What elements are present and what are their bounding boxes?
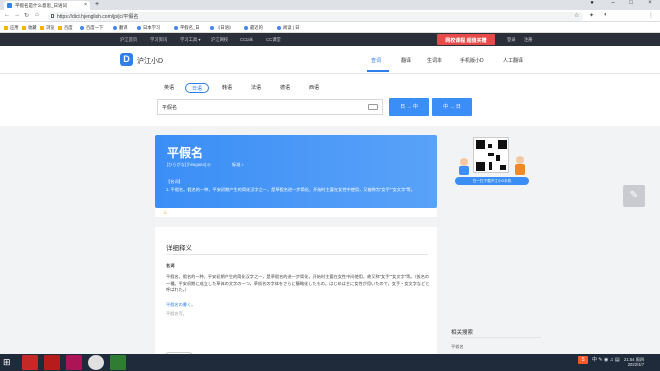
bookmark-item[interactable]: 《日语》 [210,25,233,31]
home-icon[interactable]: ⌂ [35,12,39,18]
account-icon[interactable]: ◐ [604,12,608,18]
example-translation: 平假名写。 [166,311,187,316]
active-tab-underline [367,70,389,72]
promo-banner[interactable]: 网校课程 超值买赠 [437,34,495,45]
related-title: 相关搜索 [451,330,474,336]
mascot-illustration [456,157,472,175]
extensions-icon[interactable]: ✦ [589,12,594,19]
logo[interactable]: D [120,53,133,66]
site-nav-item[interactable]: 学习工具 ▾ [180,37,201,43]
menu-icon[interactable]: ⋮ [648,12,654,19]
site-favicon-icon [7,3,12,8]
site-nav-item[interactable]: 沪江首页 [120,37,137,43]
download-app-button[interactable]: 扫一扫下载沪江小D手机 [455,177,529,185]
url-input[interactable]: https://dict.hjenglish.com/jp/jc/平假名 [48,11,583,21]
header-nav-translate[interactable]: 翻译 [401,57,411,64]
bookmark-item[interactable]: 最近的 [244,25,263,31]
bookmark-item[interactable]: 百度 [58,25,73,31]
bookmark-item[interactable]: 收藏 [22,25,37,31]
bookmark-item[interactable]: 平假名_日 [174,25,200,31]
divider [451,337,541,338]
mascot-illustration [512,155,528,175]
detail-text: 平假名。假名的一种，平安初期产生的简化汉字之一，是草假名的进一步简化，开始时主要… [166,274,430,292]
taskbar-clock[interactable]: 21:54 周四 2022/4/7 [624,357,644,367]
lang-tab-german[interactable]: 德语 [273,83,297,93]
bookmark-item[interactable]: 翻译 [113,25,128,31]
bookmark-item[interactable]: 日本学习 [137,25,160,31]
star-icon[interactable]: ☆ [574,12,579,19]
divider [166,254,428,255]
lock-icon [51,14,54,18]
site-nav-item[interactable]: CC课堂 [266,37,281,43]
lang-tab-korean[interactable]: 韩语 [215,83,239,93]
search-cj-button[interactable]: 中 → 日 [432,98,472,116]
new-tab-button[interactable]: + [95,1,99,8]
forward-icon[interactable]: → [14,12,20,18]
search-input[interactable]: 平假名 [157,99,383,115]
browser-tab[interactable]: 平假名是什么意思_日语词 × [4,1,90,10]
minimize-button[interactable]: – [606,0,620,6]
header-nav-mobile[interactable]: 手机版小D [460,57,484,64]
app-qr-code [473,137,509,173]
pronunciation: [ひらがな] [hiragana] ◎ [167,162,211,167]
example-link[interactable]: 平假名の書く。 [166,302,195,308]
url-text: https://dict.hjenglish.com/jp/jc/平假名 [57,14,139,20]
header-nav-lookup[interactable]: 查词 [371,57,381,64]
login-link[interactable]: 登录 [507,37,516,43]
maximize-button[interactable]: □ [624,0,638,6]
speaker-icon[interactable]: 标准 ♪ [232,162,244,168]
register-link[interactable]: 注册 [524,37,533,43]
lang-tab-spanish[interactable]: 西语 [302,83,326,93]
start-button[interactable]: ⊞ [3,357,11,368]
taskbar-app-icon[interactable] [22,355,38,370]
clock-date: 2022/4/7 [627,362,645,367]
taskbar-app-icon[interactable] [66,355,82,370]
chrome-taskbar-icon[interactable] [88,355,104,370]
keyboard-icon[interactable] [368,104,378,110]
system-tray[interactable]: 中 ✎ ◉ ♫ ▤ [592,356,620,363]
taskbar-app-icon[interactable] [44,355,60,370]
bookmark-item[interactable]: 应用 [4,25,19,31]
bookmark-item[interactable]: 百度一下 [80,25,103,31]
bookmark-item[interactable]: 浏览 [40,25,55,31]
site-nav-item[interactable]: CCtalk [240,37,253,42]
ime-badge-icon[interactable]: S [578,356,588,364]
bookmark-item[interactable]: 阅读 | 日 [277,25,299,31]
headword: 平假名 [167,146,204,160]
back-icon[interactable]: ← [4,12,10,18]
edit-icon[interactable]: ✎ [623,185,645,207]
header-nav-wordbook[interactable]: 生词本 [427,57,442,64]
site-header [0,46,660,74]
close-tab-icon[interactable]: × [84,2,87,8]
logo-text[interactable]: 沪江小D [137,56,163,66]
header-nav-human-translate[interactable]: 人工翻译 [503,57,523,64]
flame-icon[interactable]: ♨ [163,210,167,216]
feedback-bar [155,208,437,217]
tab-title: 平假名是什么意思_日语词 [15,3,68,8]
lang-tab-french[interactable]: 法语 [244,83,268,93]
lang-tab-japanese[interactable]: 日语 [185,83,209,93]
detail-pos: 名词 [166,263,175,268]
site-nav-item[interactable]: 沪江网校 [211,37,228,43]
close-window-button[interactable]: × [643,0,657,6]
site-top-nav [0,33,660,46]
profile-icon[interactable]: ● [585,0,599,6]
taskbar-app-icon[interactable] [110,355,126,370]
refresh-icon[interactable]: ↻ [24,12,29,19]
part-of-speech: 【名词】 [166,179,183,184]
search-jc-button[interactable]: 日 → 中 [389,98,429,116]
related-item[interactable]: 平仮名 [451,344,464,350]
detail-title: 详细释义 [166,245,192,252]
definition-text: 1. 平假名。假名的一种，平安初期产生的简化汉字之一，是草假名进一步简化，开始时… [166,187,415,192]
lang-tab-english[interactable]: 英语 [157,83,181,93]
site-nav-item[interactable]: 学习资讯 [150,37,167,43]
